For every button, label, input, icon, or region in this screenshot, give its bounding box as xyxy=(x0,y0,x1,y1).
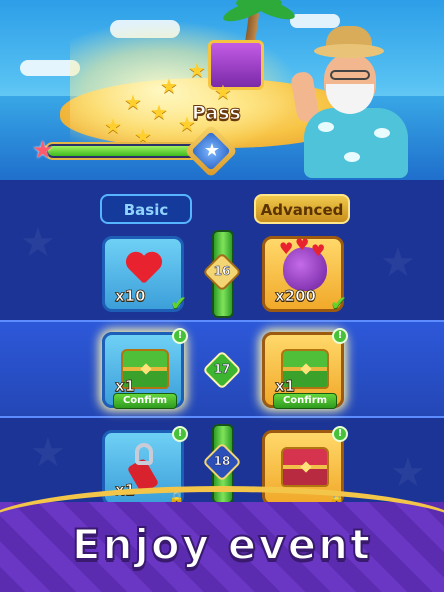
pass-progress: ★ ★ xyxy=(32,124,244,178)
pass-title: Pass xyxy=(192,102,242,125)
basic-reward-card[interactable]: x10 ✔ xyxy=(102,236,187,315)
checkmark-icon: ✔ xyxy=(330,291,347,315)
reward-quantity: x10 xyxy=(115,287,146,306)
zipper-handle xyxy=(135,443,153,465)
reward-row-16: x10 ✔ 16 ♥ ♥ ♥ x200 ✔ xyxy=(0,226,444,320)
star-icon: ★ xyxy=(160,74,178,98)
heart-icon xyxy=(125,253,163,289)
heart-icon: ♥ xyxy=(295,235,310,254)
tab-basic[interactable]: Basic xyxy=(100,194,192,224)
shirt-pattern xyxy=(344,152,360,162)
notification-icon: ! xyxy=(332,426,348,442)
progress-fill xyxy=(48,146,196,156)
checkmark-icon: ✔ xyxy=(170,291,187,315)
tab-advanced[interactable]: Advanced xyxy=(254,194,350,224)
star-icon: ★ xyxy=(214,80,232,104)
confirm-button[interactable]: Confirm xyxy=(273,393,337,409)
confirm-button[interactable]: Confirm xyxy=(113,393,177,409)
shirt-pattern xyxy=(318,122,334,132)
chest-lock xyxy=(300,461,312,473)
notification-icon: ! xyxy=(172,328,188,344)
level-number: 17 xyxy=(213,362,231,377)
mascot-character xyxy=(289,22,420,180)
heart-icon: ♥ xyxy=(279,239,294,258)
star-icon: ★ xyxy=(124,90,142,114)
notification-icon: ! xyxy=(332,328,348,344)
level-number: 16 xyxy=(213,264,231,279)
reward-row-17: x1 ! Confirm 17 x1 ! Confirm xyxy=(0,320,444,418)
red-chest-icon xyxy=(281,447,329,487)
level-badge: 18 xyxy=(202,442,242,482)
advanced-reward-card[interactable]: ♥ ♥ ♥ x200 ✔ xyxy=(262,235,347,315)
star-icon: ★ xyxy=(203,140,221,161)
chest-lock xyxy=(140,363,152,375)
star-icon: ★ xyxy=(32,136,54,164)
level-badge: 17 xyxy=(202,350,242,390)
heart-icon: ♥ xyxy=(311,241,326,260)
notification-icon: ! xyxy=(172,426,188,442)
star-icon: ★ xyxy=(188,58,206,82)
hat-brim xyxy=(314,44,384,58)
chest-lock xyxy=(300,363,312,375)
heart-bag-icon: ♥ ♥ ♥ xyxy=(279,235,327,291)
advanced-reward-card[interactable]: x1 ! Confirm xyxy=(262,328,348,409)
mascot-shirt xyxy=(304,108,408,178)
shirt-pattern xyxy=(374,128,390,138)
basic-reward-card[interactable]: x1 ! Confirm xyxy=(102,328,188,409)
header-scene: ★ ★ ★ ★ ★ ★ ★ ★ Pass ★ ★ xyxy=(0,0,444,180)
star-icon: ★ xyxy=(150,100,168,124)
banner-title: Enjoy event xyxy=(71,519,373,570)
glasses-icon xyxy=(330,70,370,80)
reward-quantity: x200 xyxy=(275,287,317,306)
level-badge: 16 xyxy=(202,252,242,292)
level-number: 18 xyxy=(213,454,231,469)
